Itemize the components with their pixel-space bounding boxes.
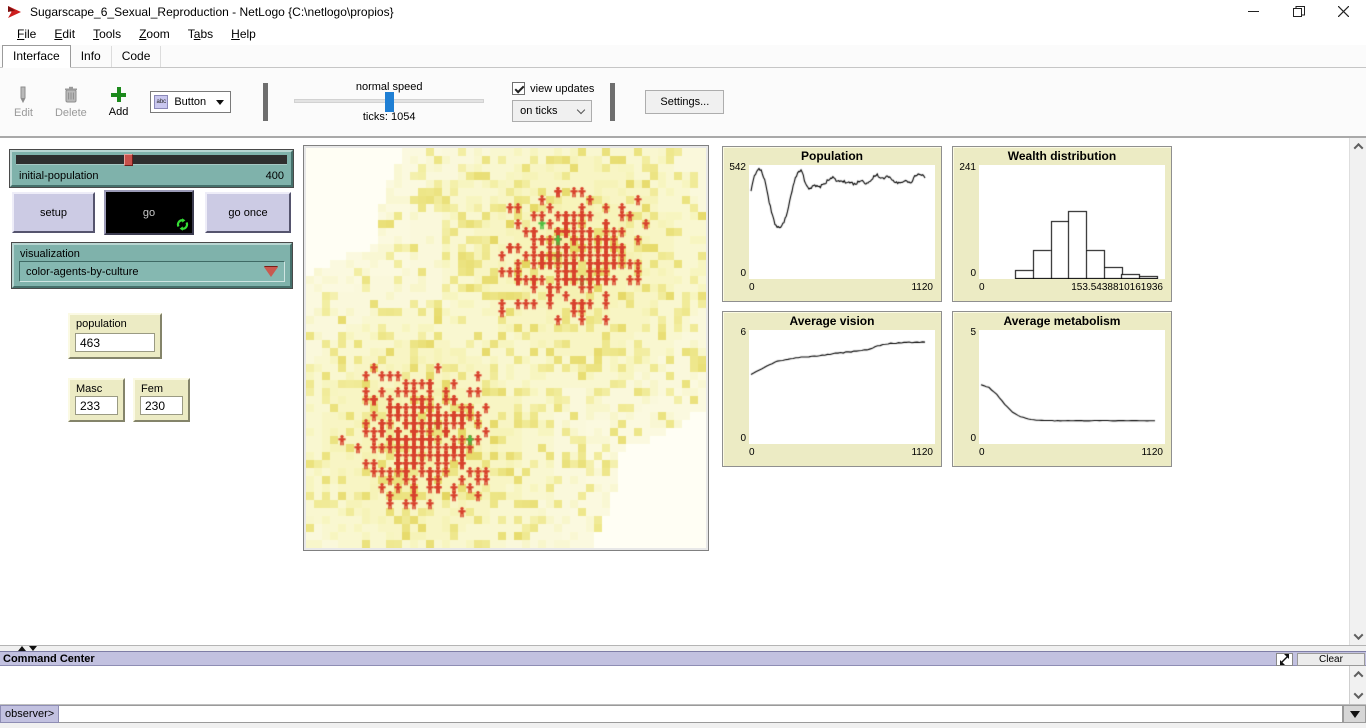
speed-slider-thumb[interactable] xyxy=(385,92,394,112)
chevron-up-icon xyxy=(1353,143,1363,153)
go-button[interactable]: go xyxy=(104,190,194,235)
dropdown-arrow-icon xyxy=(1350,711,1360,718)
slider-label: initial-population xyxy=(19,170,99,182)
setup-button[interactable]: setup xyxy=(12,192,95,233)
chevron-down-icon xyxy=(577,105,585,113)
scroll-down-button[interactable] xyxy=(1350,628,1366,645)
main-vertical-scrollbar[interactable] xyxy=(1349,138,1366,645)
restore-icon xyxy=(1293,6,1305,18)
fem-monitor: Fem 230 xyxy=(133,378,190,422)
view-updates-label: view updates xyxy=(530,83,594,95)
tab-interface[interactable]: Interface xyxy=(2,45,71,68)
menu-file[interactable]: File xyxy=(8,25,45,43)
close-button[interactable] xyxy=(1321,0,1366,23)
slider-channel[interactable] xyxy=(16,155,287,165)
scroll-up-button[interactable] xyxy=(1350,666,1366,683)
masc-monitor: Masc 233 xyxy=(68,378,125,422)
update-mode-dropdown[interactable]: on ticks xyxy=(512,100,592,122)
window-title: Sugarscape_6_Sexual_Reproduction - NetLo… xyxy=(30,5,394,19)
command-history-button[interactable] xyxy=(1343,705,1366,723)
menu-tabs[interactable]: Tabs xyxy=(179,25,222,43)
netlogo-logo-icon xyxy=(7,5,23,19)
delete-widget-button[interactable]: Delete xyxy=(55,86,87,119)
expand-icon xyxy=(1279,654,1290,665)
settings-button[interactable]: Settings... xyxy=(645,90,724,114)
world-view[interactable] xyxy=(303,145,709,551)
population-monitor-value: 463 xyxy=(75,333,155,352)
go-once-button[interactable]: go once xyxy=(205,192,291,233)
chevron-down-icon xyxy=(1353,689,1363,699)
vision-plot-canvas xyxy=(749,330,935,444)
population-plot: Population 542 0 0 1120 xyxy=(722,146,942,302)
slider-thumb[interactable] xyxy=(124,154,133,166)
toolbar-separator xyxy=(610,83,615,121)
fem-monitor-value: 230 xyxy=(140,396,183,415)
menu-edit[interactable]: Edit xyxy=(45,25,84,43)
menu-help[interactable]: Help xyxy=(222,25,265,43)
title-bar: Sugarscape_6_Sexual_Reproduction - NetLo… xyxy=(0,0,1366,23)
minimize-button[interactable] xyxy=(1231,0,1276,23)
command-center-output[interactable] xyxy=(0,666,1366,705)
netlogo-window: Sugarscape_6_Sexual_Reproduction - NetLo… xyxy=(0,0,1366,728)
initial-population-slider[interactable]: initial-population 400 xyxy=(10,150,293,187)
scroll-down-button[interactable] xyxy=(1350,687,1366,704)
wealth-plot-canvas xyxy=(979,165,1165,279)
widget-type-value: Button xyxy=(174,96,206,108)
ticks-counter: ticks: 1054 xyxy=(363,111,416,123)
command-center-header: Command Center Clear xyxy=(0,651,1366,666)
view-updates-checkbox[interactable] xyxy=(512,82,525,95)
observer-prompt-label: observer> xyxy=(0,705,59,723)
chevron-down-icon xyxy=(216,100,224,105)
edit-widget-button[interactable]: Edit xyxy=(14,86,33,119)
interface-toolbar: Edit Delete Add abc Button normal speed … xyxy=(0,68,1366,138)
chooser-value: color-agents-by-culture xyxy=(26,266,139,278)
close-icon xyxy=(1338,6,1349,17)
visualization-chooser[interactable]: visualization color-agents-by-culture xyxy=(12,243,292,288)
tab-info[interactable]: Info xyxy=(71,46,112,67)
menu-zoom[interactable]: Zoom xyxy=(130,25,179,43)
population-monitor: population 463 xyxy=(68,313,162,359)
add-widget-button[interactable]: Add xyxy=(109,87,129,118)
masc-monitor-value: 233 xyxy=(75,396,118,415)
wealth-distribution-plot: Wealth distribution 241 0 0 153.54388101… xyxy=(952,146,1172,302)
restore-button[interactable] xyxy=(1276,0,1321,23)
speed-slider-group: normal speed ticks: 1054 xyxy=(294,81,484,123)
command-center-title: Command Center xyxy=(3,653,95,665)
chooser-dropdown[interactable]: color-agents-by-culture xyxy=(19,261,285,282)
chevron-down-icon xyxy=(1353,630,1363,640)
menu-tools[interactable]: Tools xyxy=(84,25,130,43)
world-view-canvas[interactable] xyxy=(306,148,706,548)
interface-canvas: initial-population 400 setup go go once … xyxy=(0,138,1366,645)
slider-value: 400 xyxy=(266,170,284,182)
average-vision-plot: Average vision 6 0 0 1120 xyxy=(722,311,942,467)
trash-icon xyxy=(64,86,78,103)
population-plot-canvas xyxy=(749,165,935,279)
chooser-arrow-icon xyxy=(264,267,278,277)
chevron-up-icon xyxy=(1353,671,1363,681)
plus-icon xyxy=(111,87,126,102)
command-prompt-row: observer> xyxy=(0,705,1366,723)
pencil-icon xyxy=(17,86,29,103)
widget-type-select[interactable]: abc Button xyxy=(150,91,231,113)
command-input[interactable] xyxy=(59,705,1343,723)
toolbar-separator xyxy=(263,83,268,121)
metabolism-plot-canvas xyxy=(979,330,1165,444)
chooser-label: visualization xyxy=(20,248,290,260)
scroll-up-button[interactable] xyxy=(1350,138,1366,155)
button-widget-icon: abc xyxy=(154,95,168,109)
bottom-strip xyxy=(0,723,1366,728)
output-scrollbar[interactable] xyxy=(1349,666,1366,704)
average-metabolism-plot: Average metabolism 5 0 0 1120 xyxy=(952,311,1172,467)
tab-bar: Interface Info Code xyxy=(0,45,1366,68)
tab-code[interactable]: Code xyxy=(112,46,162,67)
detach-command-center-button[interactable] xyxy=(1276,653,1293,666)
speed-slider[interactable] xyxy=(294,99,484,103)
view-updates-group: view updates on ticks xyxy=(512,82,594,122)
minimize-icon xyxy=(1248,6,1259,17)
update-mode-value: on ticks xyxy=(520,105,557,117)
forever-icon xyxy=(176,218,189,231)
clear-button[interactable]: Clear xyxy=(1297,653,1365,666)
menu-bar: File Edit Tools Zoom Tabs Help xyxy=(0,23,1366,45)
